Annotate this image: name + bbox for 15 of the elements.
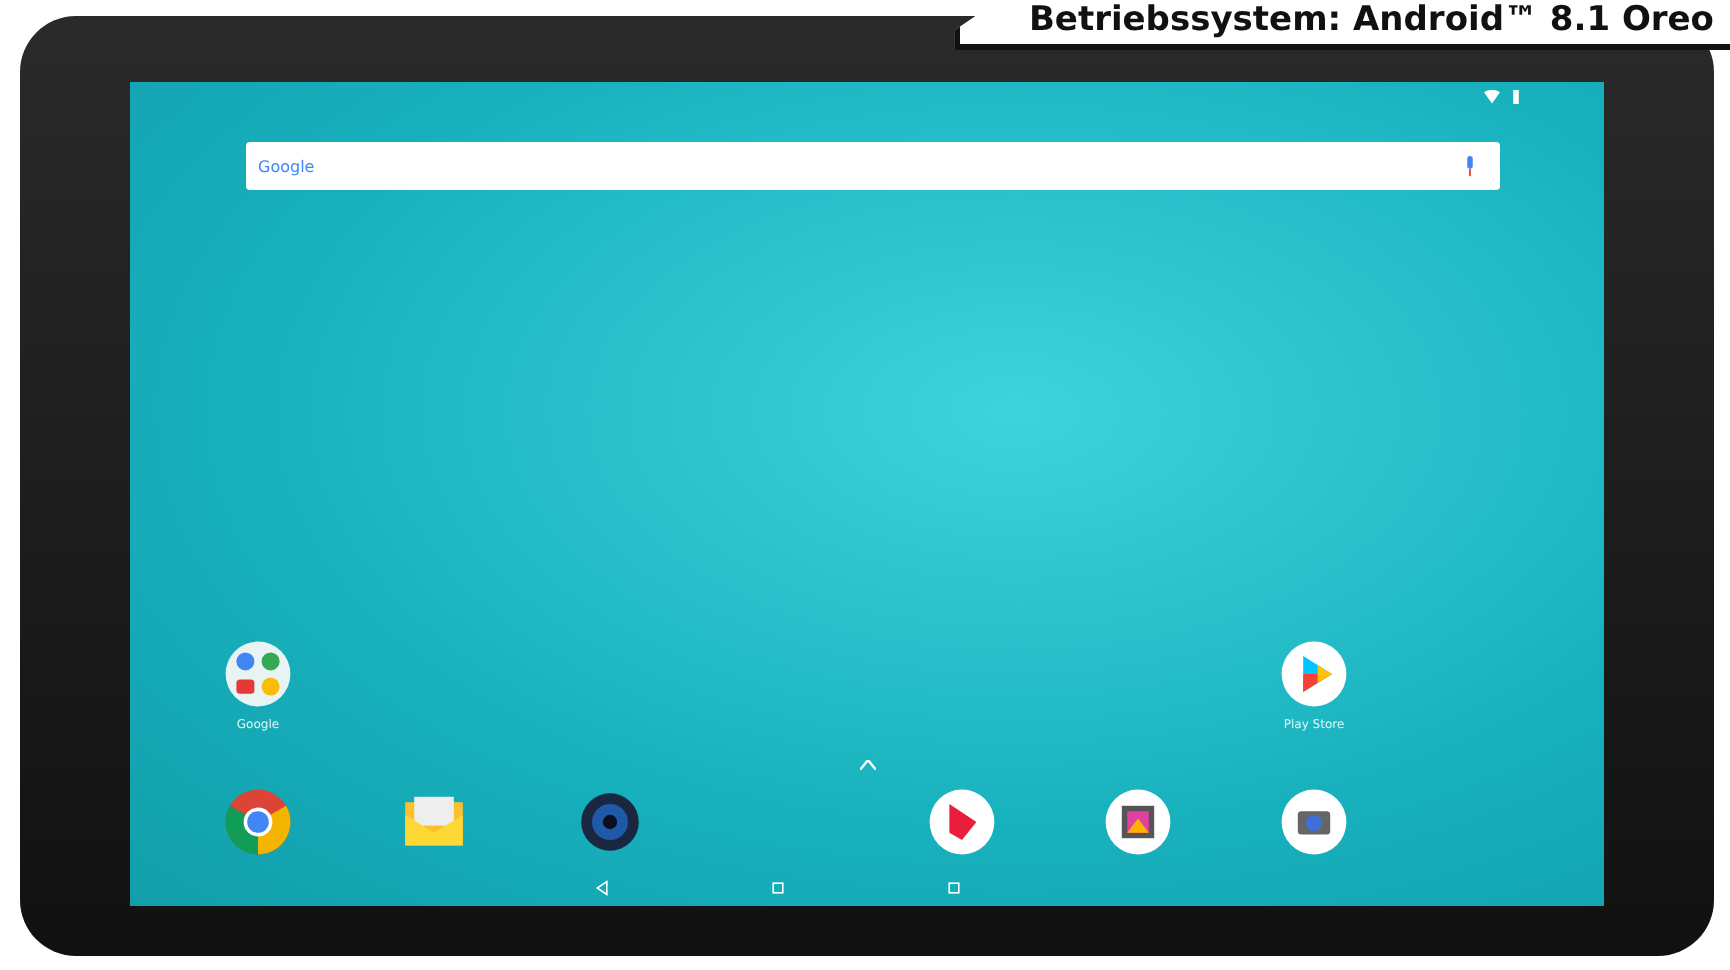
home-icon[interactable] (769, 880, 785, 896)
search-logo: Google (258, 157, 315, 175)
microphone-icon[interactable] (1464, 155, 1476, 177)
battery-icon (1508, 90, 1524, 104)
photo-frame-icon[interactable] (1102, 786, 1174, 858)
chrome-icon[interactable] (222, 786, 294, 858)
wifi-icon (1484, 90, 1500, 104)
camera-icon[interactable] (1278, 786, 1350, 858)
back-icon[interactable] (593, 880, 609, 896)
headphone-play-icon[interactable] (926, 786, 998, 858)
caret-up-icon[interactable] (859, 760, 875, 770)
search-bar[interactable]: Google (246, 142, 1500, 190)
recents-icon[interactable] (945, 880, 961, 896)
app-folder-icon[interactable] (222, 638, 294, 710)
banner-text: Betriebssystem: Android™ 8.1 Oreo (1028, 0, 1714, 40)
